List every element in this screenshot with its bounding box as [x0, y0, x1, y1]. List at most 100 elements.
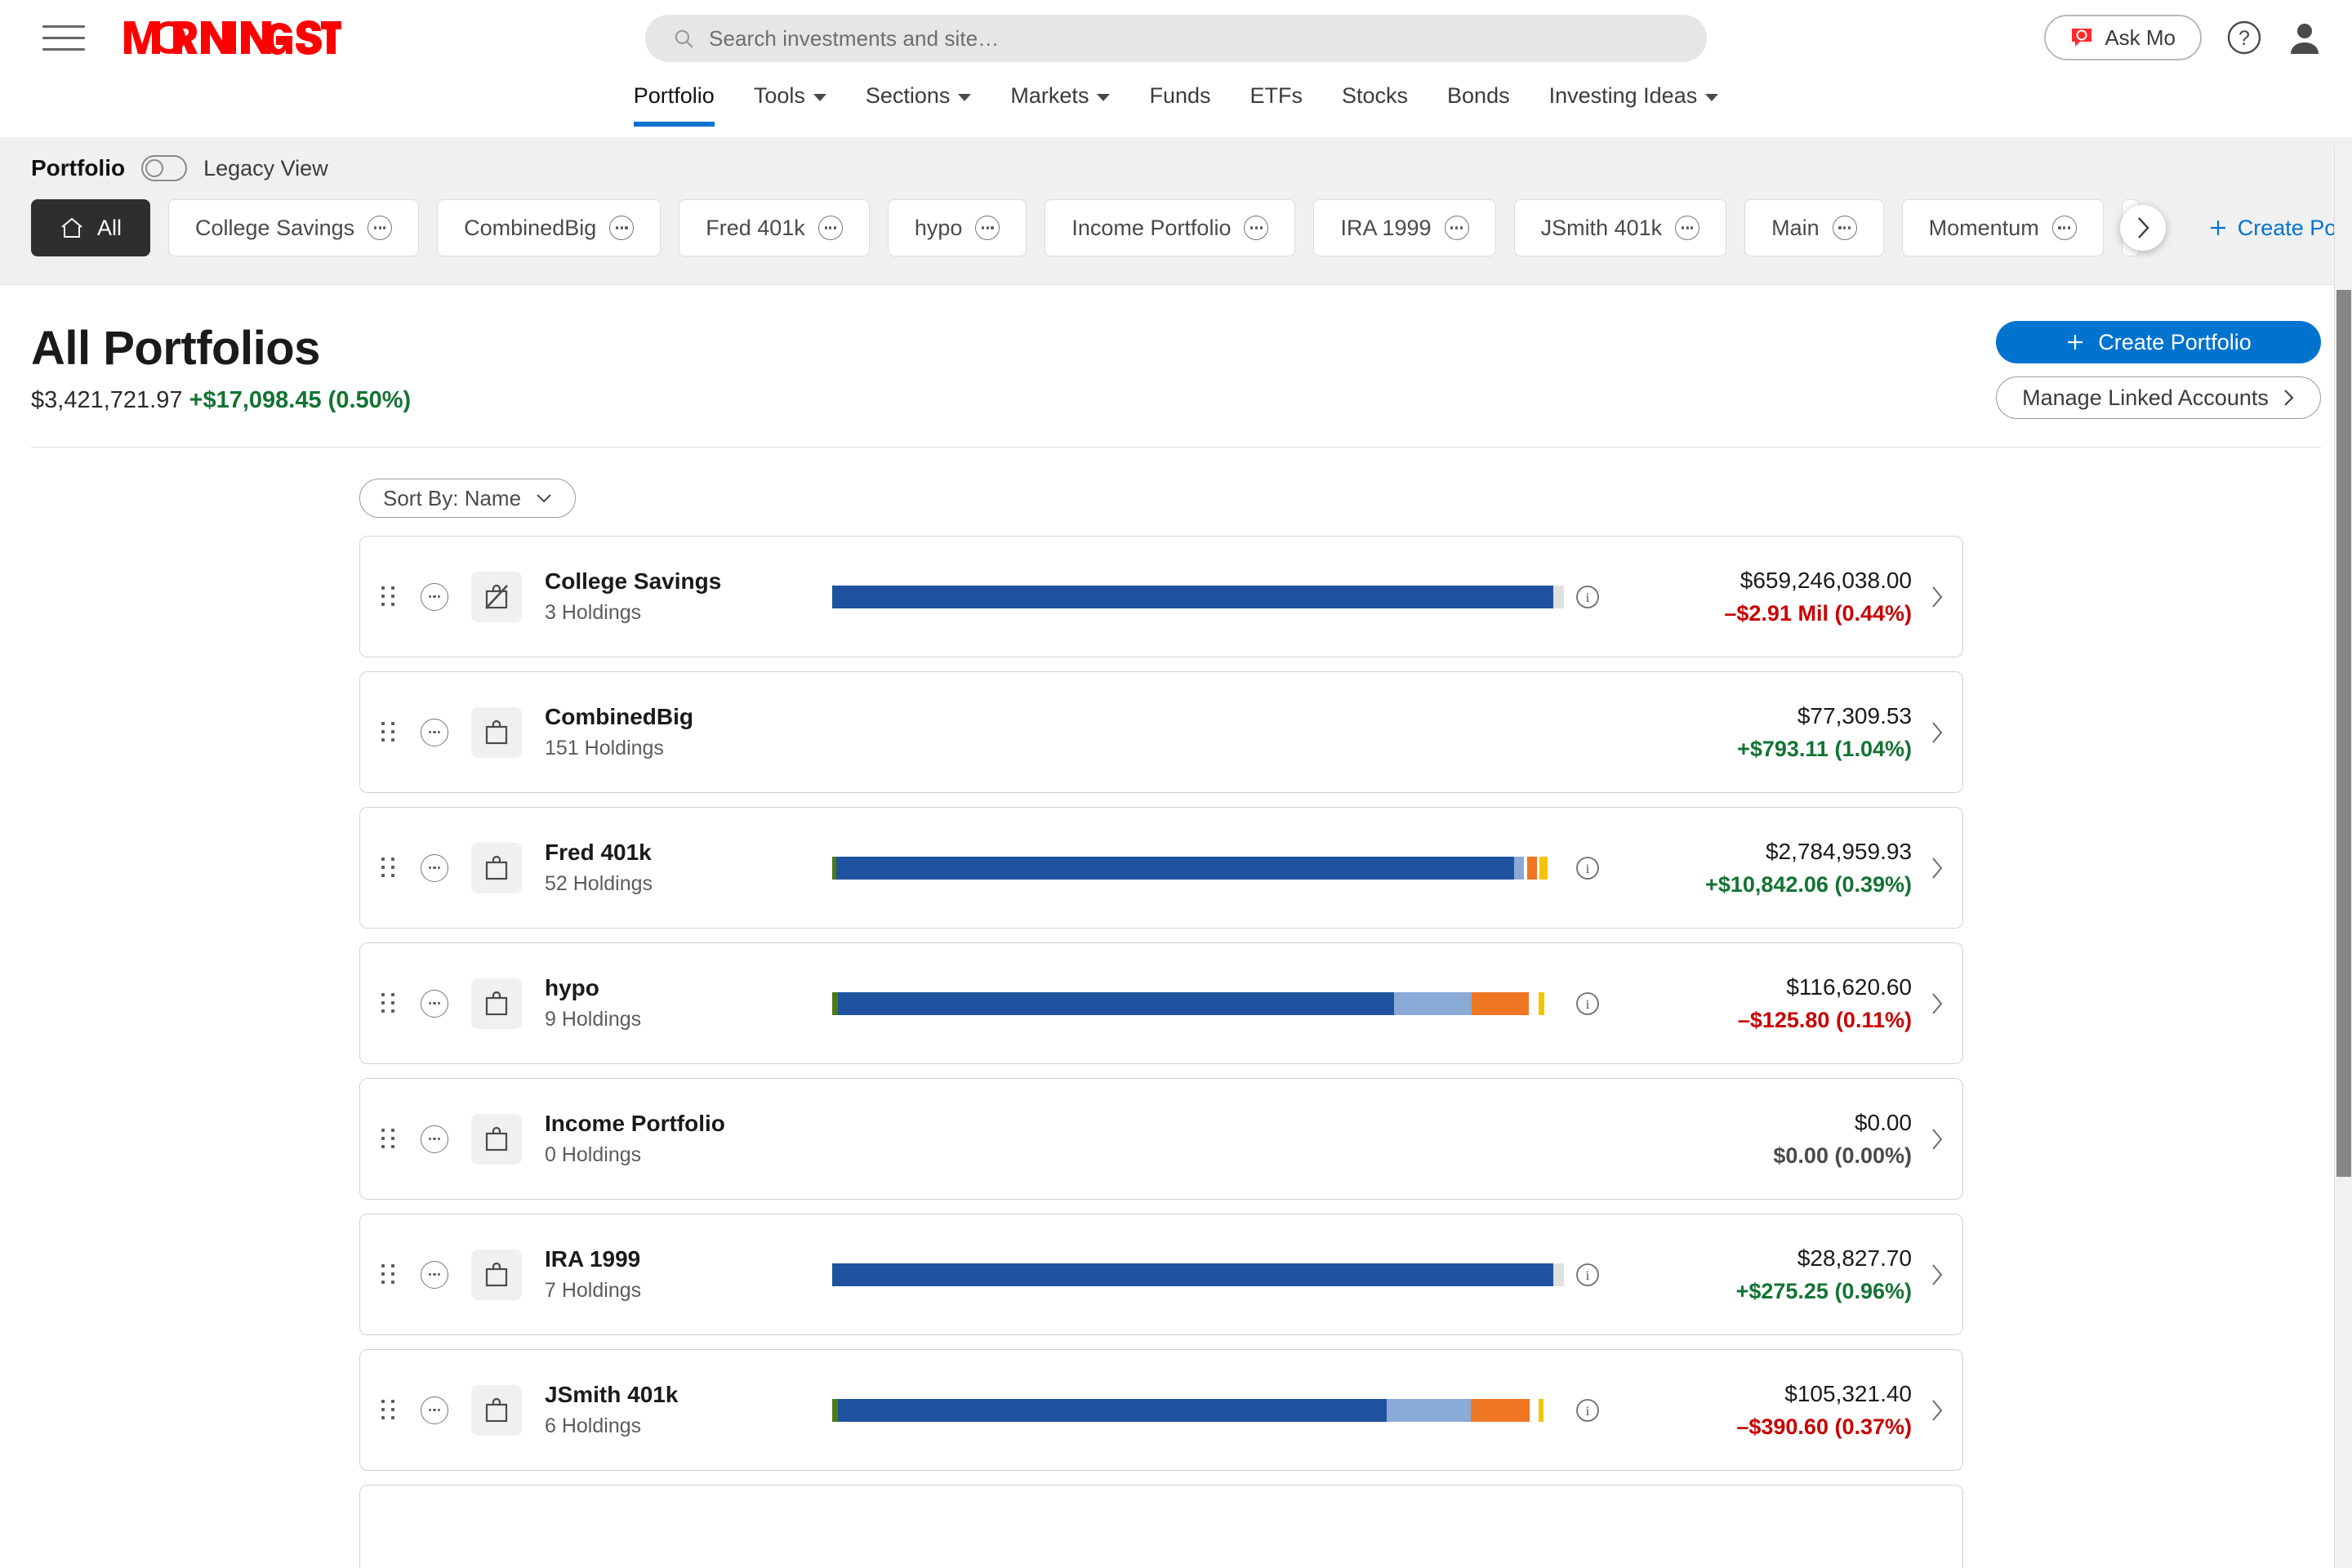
portfolio-row-hypo[interactable]: hypo9 Holdingsi$116,620.60–$125.80 (0.11… [359, 942, 1963, 1064]
tab-menu-icon[interactable] [2052, 216, 2077, 240]
drag-handle-icon[interactable] [381, 1264, 396, 1285]
portfolio-tab-hypo[interactable]: hypo [888, 199, 1027, 256]
row-overflow-menu-button[interactable] [421, 719, 448, 746]
portfolio-name-block: JSmith 401k6 Holdings [545, 1382, 814, 1438]
tab-label: College Savings [195, 216, 354, 241]
portfolio-tab-momentum[interactable]: Momentum [1902, 199, 2104, 256]
drag-handle-icon[interactable] [381, 1400, 396, 1421]
portfolio-tab-ira-1999[interactable]: IRA 1999 [1313, 199, 1495, 256]
info-icon[interactable]: i [1575, 991, 1600, 1016]
row-overflow-menu-button[interactable] [421, 1261, 448, 1289]
portfolio-row-combinedbig[interactable]: CombinedBig151 Holdings$77,309.53+$793.1… [359, 671, 1963, 793]
tab-menu-icon[interactable] [1833, 216, 1857, 240]
row-chevron-right-icon[interactable] [1930, 1263, 1944, 1287]
portfolio-icon [471, 1385, 522, 1436]
allocation-segment [1514, 857, 1524, 880]
asset-allocation-bar [832, 1263, 1564, 1286]
portfolio-tab-all[interactable]: All [31, 199, 150, 256]
help-icon[interactable]: ? [2226, 20, 2262, 56]
nav-item-investing-ideas[interactable]: Investing Ideas [1530, 75, 1739, 109]
row-chevron-right-icon[interactable] [1930, 1398, 1944, 1423]
info-icon[interactable]: i [1575, 585, 1600, 609]
tab-menu-icon[interactable] [1244, 216, 1268, 240]
create-portfolio-button[interactable]: Create Portfolio [1996, 321, 2321, 363]
chevron-down-icon [1097, 94, 1110, 101]
drag-handle-icon[interactable] [381, 722, 396, 743]
avatar[interactable] [2287, 20, 2323, 56]
chat-bubble-icon [2070, 27, 2093, 48]
row-overflow-menu-button[interactable] [421, 1396, 448, 1424]
tab-menu-icon[interactable] [609, 216, 634, 240]
asset-allocation-bar [832, 586, 1564, 608]
create-portfolio-link[interactable]: Create Portfolio [2208, 216, 2352, 241]
portfolio-tab-combinedbig[interactable]: CombinedBig [437, 199, 661, 256]
drag-handle-icon[interactable] [381, 858, 396, 879]
search-bar[interactable]: Search investments and site… [645, 15, 1707, 62]
legacy-view-toggle[interactable] [141, 155, 187, 181]
nav-item-stocks[interactable]: Stocks [1322, 75, 1428, 109]
info-icon[interactable]: i [1575, 856, 1600, 880]
tab-label: Income Portfolio [1071, 216, 1231, 241]
drag-handle-icon[interactable] [381, 1129, 396, 1150]
portfolio-market-value: $116,620.60 [1738, 974, 1912, 1000]
row-chevron-right-icon[interactable] [1930, 720, 1944, 745]
portfolio-tab-income-portfolio[interactable]: Income Portfolio [1045, 199, 1295, 256]
drag-handle-icon[interactable] [381, 586, 396, 608]
portfolio-tab-main[interactable]: Main [1744, 199, 1884, 256]
row-overflow-menu-button[interactable] [421, 854, 448, 882]
portfolio-row-income-portfolio[interactable]: Income Portfolio0 Holdings$0.00$0.00 (0.… [359, 1078, 1963, 1200]
drag-handle-icon[interactable] [381, 993, 396, 1014]
plus-icon [2208, 218, 2228, 238]
ask-mo-button[interactable]: Ask Mo [2044, 15, 2202, 60]
asset-allocation-bar-wrapper: i [832, 856, 1600, 880]
more-options-icon [421, 1125, 448, 1153]
nav-item-markets[interactable]: Markets [991, 75, 1129, 109]
nav-item-funds[interactable]: Funds [1129, 75, 1230, 109]
row-overflow-menu-button[interactable] [421, 1125, 448, 1153]
info-icon[interactable]: i [1575, 1263, 1600, 1287]
row-chevron-right-icon[interactable] [1930, 856, 1944, 880]
page-scrollbar-track[interactable] [2334, 145, 2352, 1568]
more-options-icon [421, 719, 448, 746]
portfolio-tab-fred-401k[interactable]: Fred 401k [679, 199, 870, 256]
sort-by-dropdown[interactable]: Sort By: Name [359, 479, 576, 518]
search-input[interactable]: Search investments and site… [645, 15, 1707, 62]
nav-label: Tools [754, 83, 805, 109]
page-scrollbar-thumb[interactable] [2336, 290, 2351, 1177]
row-chevron-right-icon[interactable] [1930, 585, 1944, 609]
svg-text:i: i [1586, 1269, 1590, 1283]
row-chevron-right-icon[interactable] [1930, 1127, 1944, 1152]
row-overflow-menu-button[interactable] [421, 990, 448, 1018]
tabs-scroll-right-button[interactable] [2120, 205, 2166, 251]
portfolio-row-ira-1999[interactable]: IRA 19997 Holdingsi$28,827.70+$275.25 (0… [359, 1214, 1963, 1335]
tab-menu-icon[interactable] [975, 216, 1000, 240]
portfolio-strip-header: Portfolio Legacy View [0, 155, 2352, 181]
portfolio-row-jsmith-401k[interactable]: JSmith 401k6 Holdingsi$105,321.40–$390.6… [359, 1349, 1963, 1471]
allocation-segment [1539, 857, 1548, 880]
nav-item-etfs[interactable]: ETFs [1231, 75, 1323, 109]
nav-item-sections[interactable]: Sections [846, 75, 991, 109]
portfolio-tab-college-savings[interactable]: College Savings [168, 199, 419, 256]
nav-item-bonds[interactable]: Bonds [1428, 75, 1530, 109]
allocation-segment [1387, 1399, 1471, 1422]
portfolio-row-college-savings[interactable]: College Savings3 Holdingsi$659,246,038.0… [359, 536, 1963, 657]
tab-menu-icon[interactable] [1675, 216, 1699, 240]
row-overflow-menu-button[interactable] [421, 583, 448, 611]
allocation-segment [1471, 1399, 1530, 1422]
tab-menu-icon[interactable] [818, 216, 843, 240]
tab-menu-icon[interactable] [1445, 216, 1469, 240]
allocation-segment [836, 857, 1514, 880]
morningstar-logo[interactable] [122, 15, 341, 60]
nav-item-tools[interactable]: Tools [734, 75, 846, 109]
portfolio-disabled-icon [471, 572, 522, 622]
row-chevron-right-icon[interactable] [1930, 991, 1944, 1016]
info-icon[interactable]: i [1575, 1398, 1600, 1423]
portfolio-values: $659,246,038.00–$2.91 Mil (0.44%) [1724, 568, 1912, 626]
nav-item-portfolio[interactable]: Portfolio [614, 75, 734, 109]
hamburger-icon[interactable] [42, 21, 85, 54]
portfolio-row-partial[interactable] [359, 1485, 1963, 1568]
portfolio-tab-jsmith-401k[interactable]: JSmith 401k [1514, 199, 1727, 256]
tab-menu-icon[interactable] [368, 216, 392, 240]
manage-linked-accounts-button[interactable]: Manage Linked Accounts [1996, 376, 2321, 419]
portfolio-row-fred-401k[interactable]: Fred 401k52 Holdingsi$2,784,959.93+$10,8… [359, 807, 1963, 929]
